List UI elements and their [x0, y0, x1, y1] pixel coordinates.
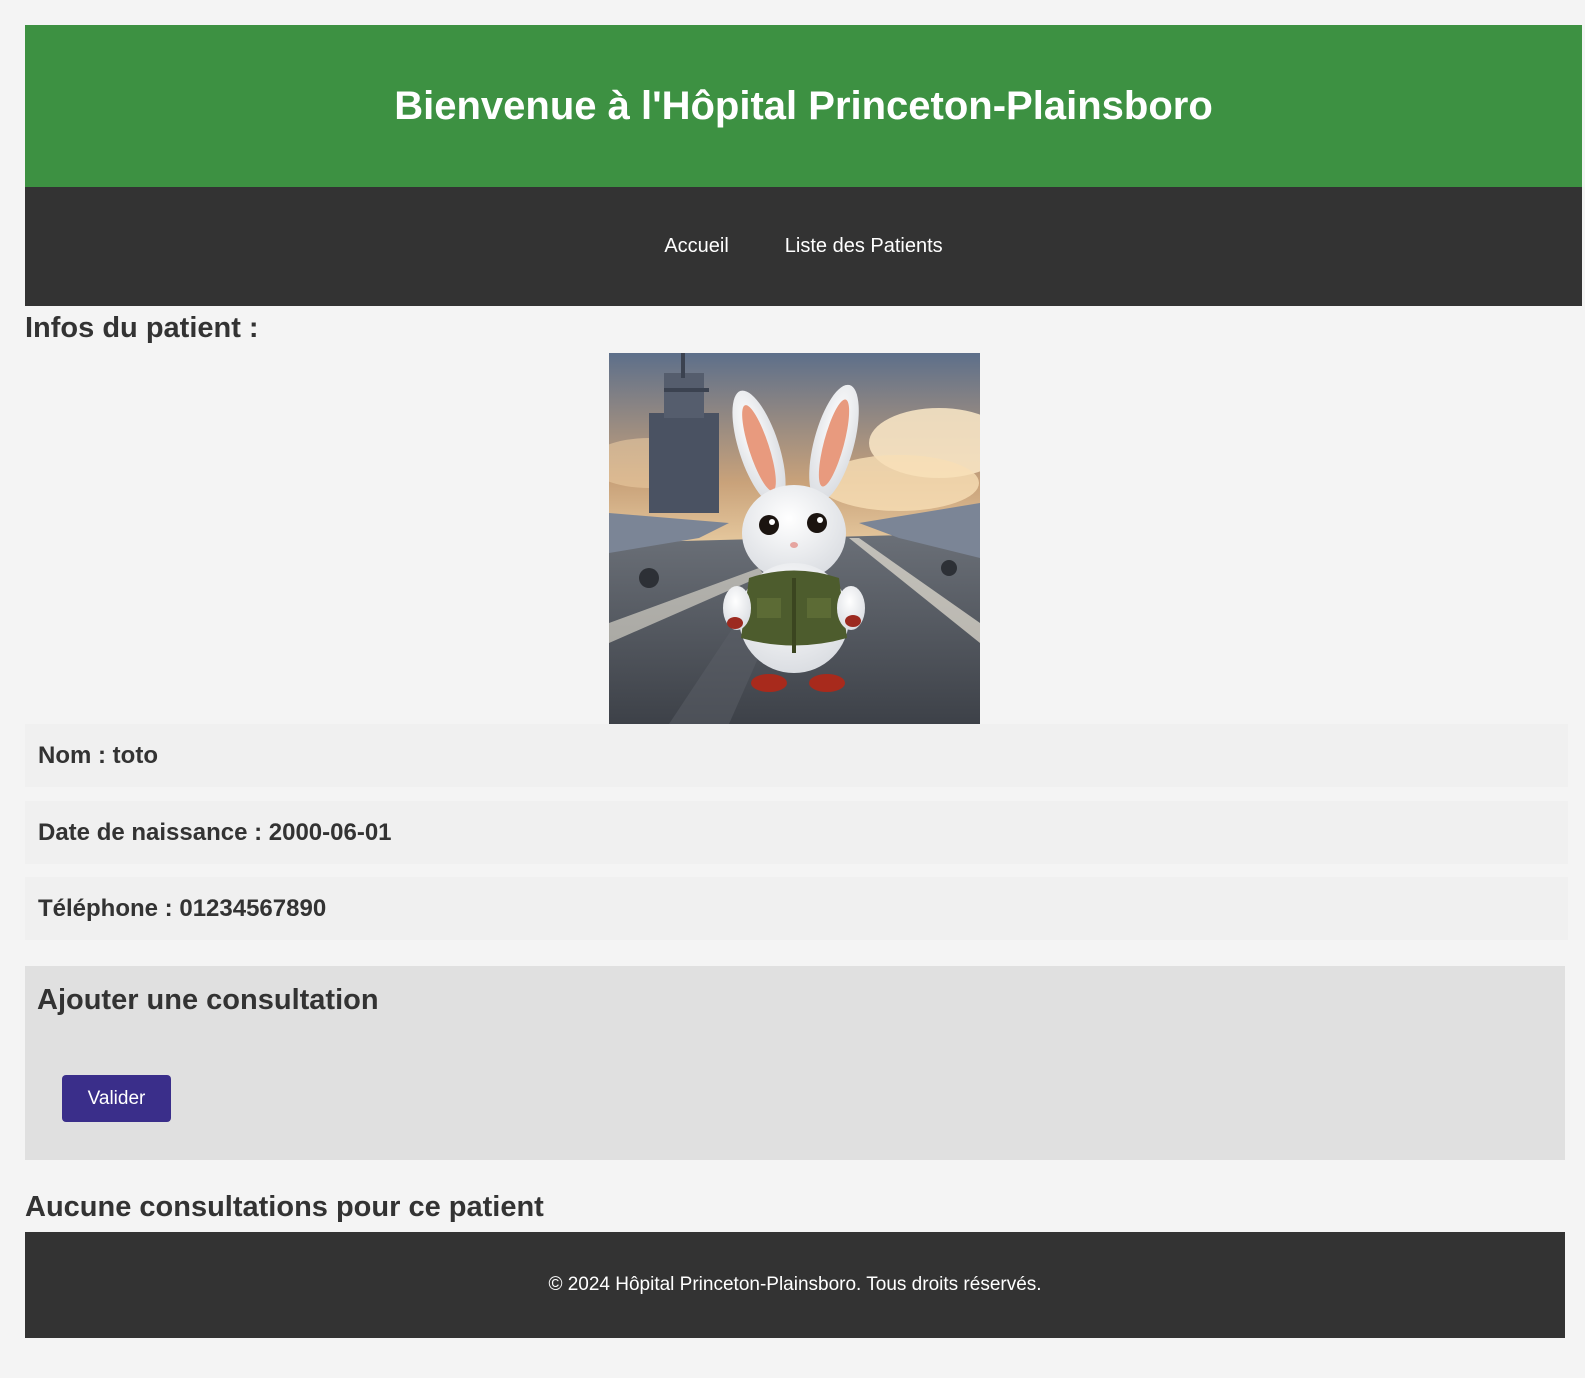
copyright-text: © 2024 Hôpital Princeton-Plainsboro. Tou…: [548, 1274, 1042, 1295]
add-consultation-title: Ajouter une consultation: [37, 984, 379, 1016]
nav-link-liste-patients[interactable]: Liste des Patients: [785, 235, 943, 258]
no-consultations-message: Aucune consultations pour ce patient: [25, 1191, 544, 1223]
field-label: Date de naissance: [38, 818, 248, 846]
patient-field-nom: Nom : toto: [25, 724, 1568, 787]
patient-field-telephone: Téléphone : 01234567890: [25, 877, 1568, 940]
patient-field-date-naissance: Date de naissance : 2000-06-01: [25, 801, 1568, 864]
site-title: Bienvenue à l'Hôpital Princeton-Plainsbo…: [394, 83, 1213, 128]
submit-button[interactable]: Valider: [62, 1075, 171, 1122]
patient-info-title: Infos du patient :: [25, 312, 259, 344]
site-header: Bienvenue à l'Hôpital Princeton-Plainsbo…: [25, 25, 1582, 187]
field-label: Téléphone: [38, 894, 159, 922]
main-nav: Accueil Liste des Patients: [25, 187, 1582, 306]
add-consultation-form: Ajouter une consultation Valider: [25, 966, 1565, 1160]
field-label: Nom: [38, 741, 92, 769]
field-value: 2000-06-01: [268, 818, 392, 846]
patient-photo: [609, 353, 980, 724]
field-value: 01234567890: [179, 894, 327, 922]
page: Bienvenue à l'Hôpital Princeton-Plainsbo…: [25, 25, 1582, 1338]
nav-link-accueil[interactable]: Accueil: [664, 235, 728, 258]
field-value: toto: [112, 741, 158, 769]
site-footer: © 2024 Hôpital Princeton-Plainsboro. Tou…: [25, 1232, 1565, 1338]
